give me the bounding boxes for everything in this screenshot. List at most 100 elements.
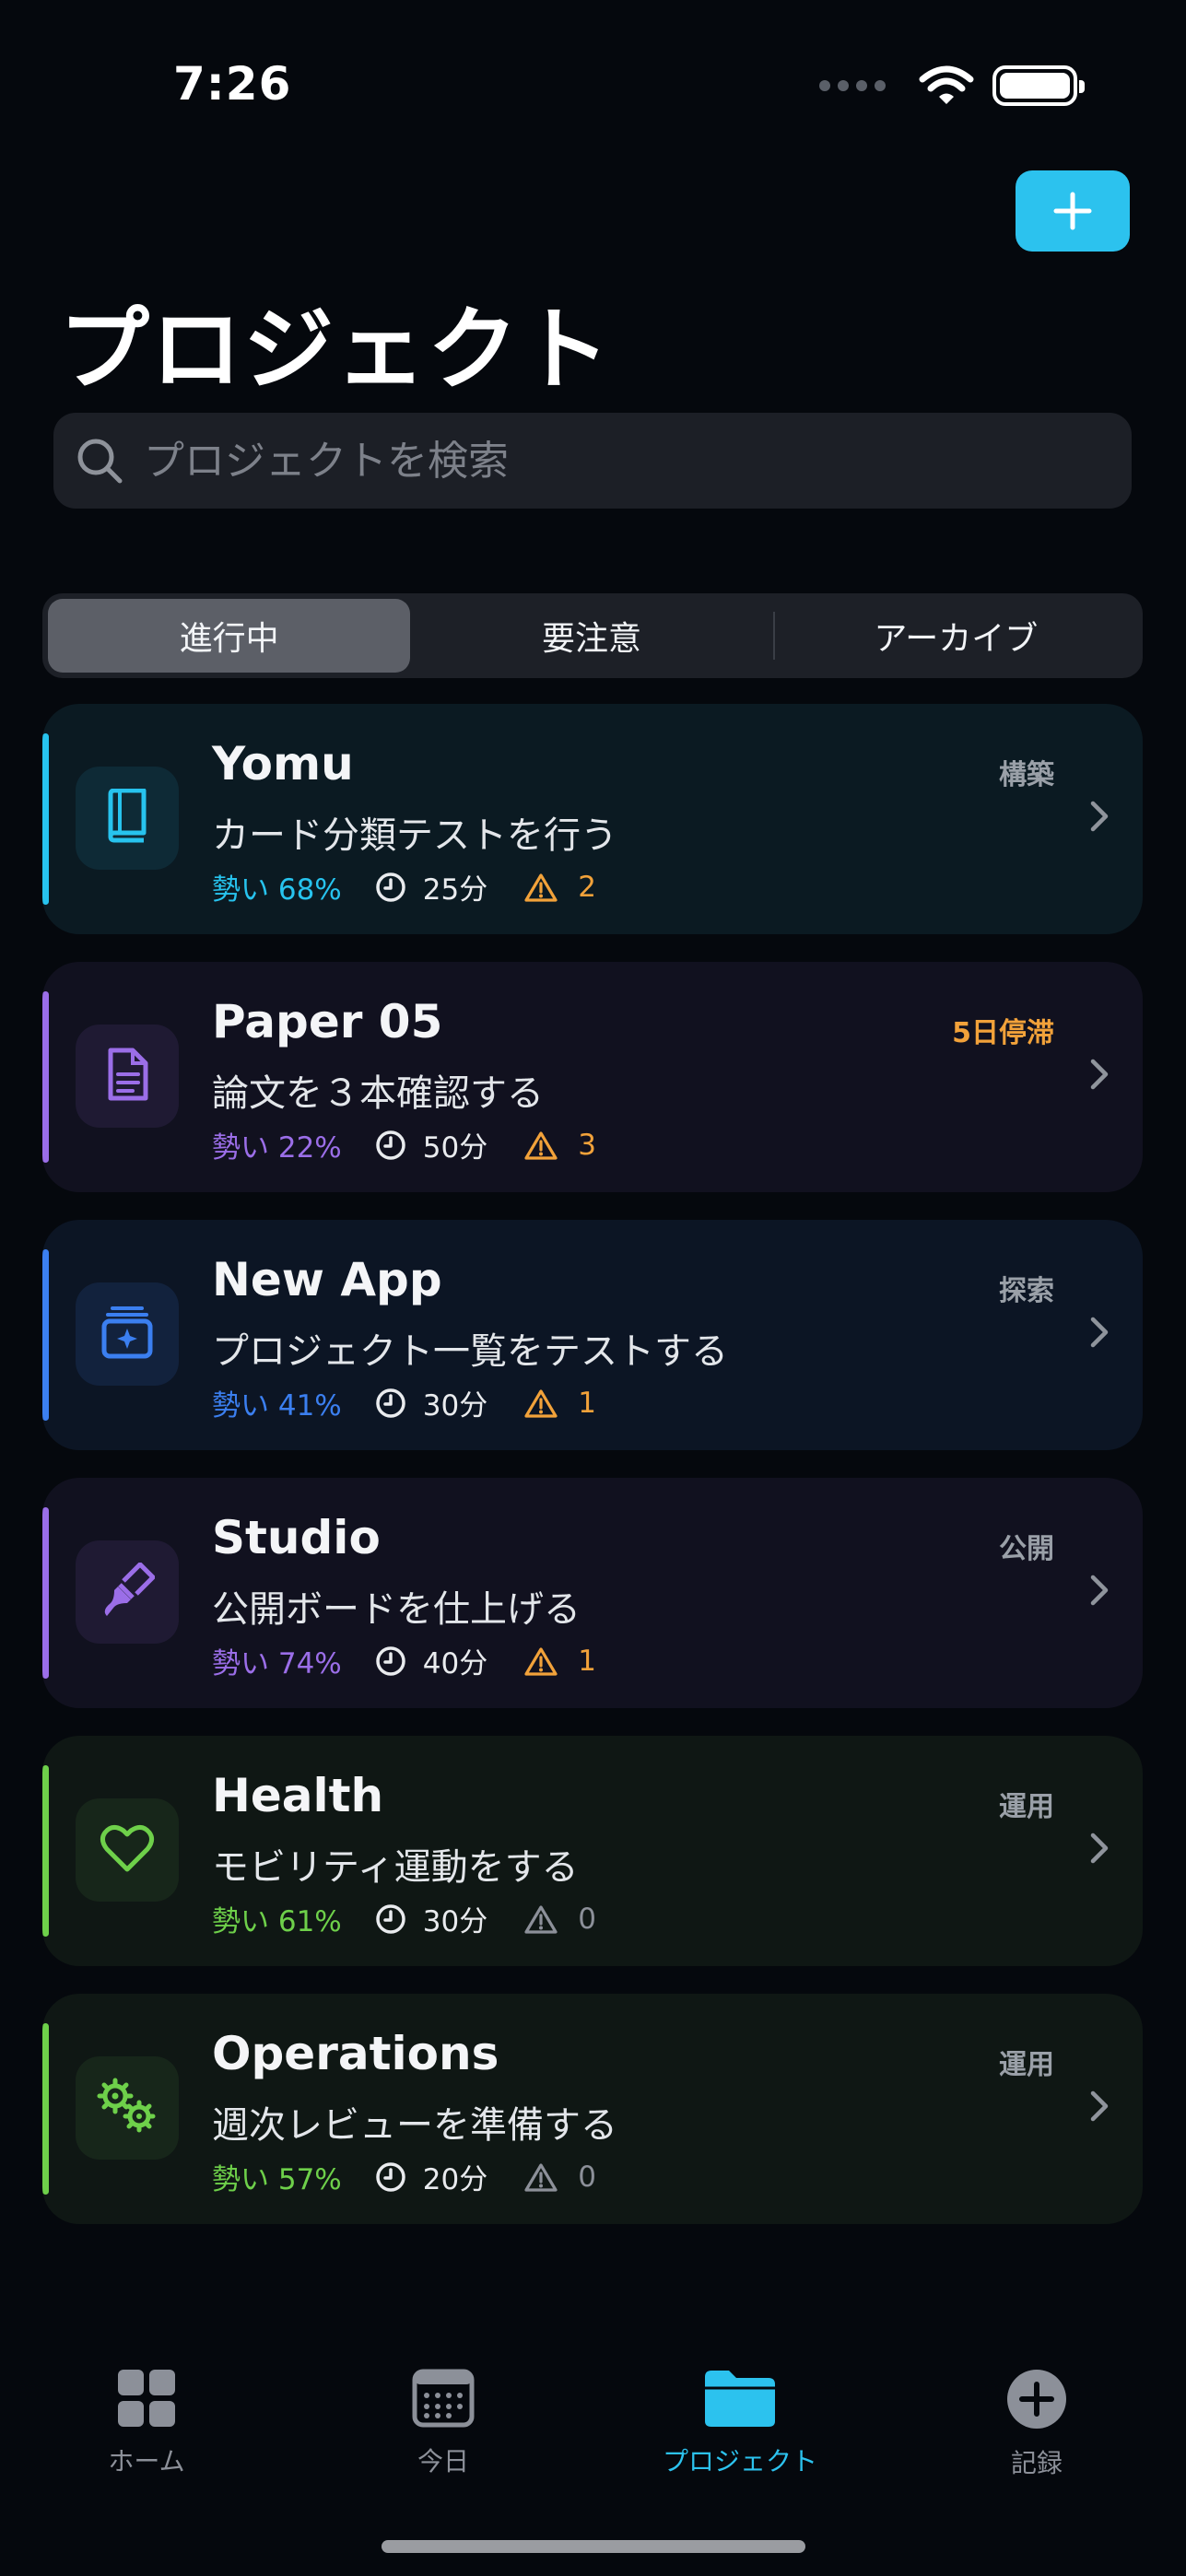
plus-circle-icon xyxy=(1007,2370,1066,2429)
project-warnings: 0 xyxy=(524,1903,596,1936)
project-time-value: 30分 xyxy=(422,1389,488,1423)
segment-in-progress[interactable]: 進行中 xyxy=(48,599,411,673)
warning-icon xyxy=(524,2162,558,2192)
project-time: 40分 xyxy=(375,1640,487,1681)
segmented-control: 進行中 要注意 アーカイブ xyxy=(42,593,1143,678)
project-next-task: プロジェクト一覧をテストする xyxy=(212,1330,728,1373)
project-meta: 勢い 22% 50分 3 xyxy=(212,1124,596,1165)
project-next-task: 論文を３本確認する xyxy=(212,1072,544,1115)
project-warning-count: 1 xyxy=(578,1644,596,1678)
project-time: 50分 xyxy=(375,1124,487,1165)
project-accent-bar xyxy=(42,1249,49,1421)
project-momentum: 勢い 74% xyxy=(212,1647,342,1680)
tab-today-label: 今日 xyxy=(417,2446,469,2476)
battery-icon xyxy=(992,65,1085,106)
tab-home-label: ホーム xyxy=(108,2446,185,2476)
project-next-task: 週次レビューを準備する xyxy=(212,2104,617,2147)
project-card[interactable]: Yomu 構築 カード分類テストを行う 勢い 68% 25分 2 xyxy=(42,704,1143,934)
tab-home[interactable]: ホーム xyxy=(54,2368,239,2478)
project-warning-count: 3 xyxy=(578,1128,596,1162)
chevron-right xyxy=(1089,800,1110,837)
home-indicator xyxy=(382,2540,805,2553)
chevron-right-icon xyxy=(1090,1832,1109,1864)
chevron-right xyxy=(1089,1574,1110,1610)
search-bar[interactable] xyxy=(53,413,1132,509)
screen: 7:26 プロジェクト 進行中 要注意 アーカイブ xyxy=(0,0,1186,2576)
tab-records-label: 記録 xyxy=(1010,2448,1063,2478)
project-warnings: 1 xyxy=(524,1387,596,1420)
project-warnings: 0 xyxy=(524,2160,596,2194)
status-indicators xyxy=(819,64,1085,107)
chevron-right xyxy=(1089,2090,1110,2126)
project-momentum: 勢い 22% xyxy=(212,1131,342,1165)
warning-icon xyxy=(524,1646,558,1676)
warning-icon xyxy=(524,1904,558,1934)
project-accent-bar xyxy=(42,733,49,905)
wifi-icon xyxy=(919,65,974,104)
project-time: 25分 xyxy=(375,866,487,907)
warning-icon xyxy=(524,872,558,902)
project-time: 30分 xyxy=(375,1898,487,1939)
project-meta: 勢い 41% 30分 1 xyxy=(212,1382,596,1423)
project-accent-bar xyxy=(42,2023,49,2195)
chevron-right xyxy=(1089,1058,1110,1095)
chevron-right-icon xyxy=(1090,1059,1109,1090)
segment-needs-attention[interactable]: 要注意 xyxy=(410,599,772,673)
project-meta: 勢い 57% 20分 0 xyxy=(212,2156,596,2197)
tab-today[interactable]: 今日 xyxy=(351,2368,535,2478)
project-time: 30分 xyxy=(375,1382,487,1423)
project-phase-badge: 運用 xyxy=(999,2049,1054,2081)
warning-icon xyxy=(524,1130,558,1160)
project-phase-badge: 公開 xyxy=(999,1533,1054,1565)
chevron-right-icon xyxy=(1090,2090,1109,2122)
project-warnings: 1 xyxy=(524,1645,596,1678)
search-input[interactable] xyxy=(144,437,1065,485)
calendar-icon xyxy=(412,2369,475,2428)
project-meta: 勢い 74% 40分 1 xyxy=(212,1640,596,1681)
heart-icon xyxy=(100,1823,155,1877)
project-meta: 勢い 68% 25分 2 xyxy=(212,866,596,907)
project-accent-bar xyxy=(42,991,49,1163)
gears-icon xyxy=(97,2078,158,2138)
project-card[interactable]: Operations 運用 週次レビューを準備する 勢い 57% 20分 0 xyxy=(42,1994,1143,2224)
project-name: Operations xyxy=(212,2027,499,2080)
project-name: Yomu xyxy=(212,737,354,790)
project-meta: 勢い 61% 30分 0 xyxy=(212,1898,596,1939)
project-next-task: モビリティ運動をする xyxy=(212,1846,579,1889)
chevron-right-icon xyxy=(1090,801,1109,832)
clock-icon xyxy=(376,2161,405,2192)
project-time-value: 50分 xyxy=(422,1131,488,1165)
project-next-task: 公開ボードを仕上げる xyxy=(212,1588,581,1631)
project-warning-count: 0 xyxy=(578,1902,596,1936)
project-warnings: 3 xyxy=(524,1129,596,1162)
project-name: Studio xyxy=(212,1511,381,1564)
project-time-value: 40分 xyxy=(422,1647,488,1680)
project-card[interactable]: Studio 公開 公開ボードを仕上げる 勢い 74% 40分 1 xyxy=(42,1478,1143,1708)
paintbrush-icon xyxy=(100,1562,156,1622)
add-project-button[interactable] xyxy=(1016,170,1130,252)
tab-projects[interactable]: プロジェクト xyxy=(648,2368,832,2478)
page-title: プロジェクト xyxy=(59,298,613,403)
project-icon xyxy=(76,1540,179,1644)
project-card[interactable]: Health 運用 モビリティ運動をする 勢い 61% 30分 0 xyxy=(42,1736,1143,1966)
project-time-value: 30分 xyxy=(422,1905,488,1938)
project-icon xyxy=(76,1798,179,1902)
tab-records[interactable]: 記録 xyxy=(945,2368,1129,2480)
project-phase-badge: 探索 xyxy=(999,1275,1054,1307)
project-card[interactable]: Paper 05 5日停滞 論文を３本確認する 勢い 22% 50分 3 xyxy=(42,962,1143,1192)
app-stack-icon xyxy=(100,1305,155,1364)
search-icon xyxy=(77,439,123,484)
project-time-value: 25分 xyxy=(422,873,488,907)
clock-icon xyxy=(376,872,405,902)
folder-icon xyxy=(705,2371,775,2427)
clock-icon xyxy=(376,1388,405,1418)
project-momentum: 勢い 61% xyxy=(212,1905,342,1938)
segment-archive[interactable]: アーカイブ xyxy=(775,599,1137,673)
project-name: Health xyxy=(212,1769,384,1822)
project-name: Paper 05 xyxy=(212,995,443,1048)
project-card[interactable]: New App 探索 プロジェクト一覧をテストする 勢い 41% 30分 1 xyxy=(42,1220,1143,1450)
project-warnings: 2 xyxy=(524,871,596,904)
book-icon xyxy=(103,788,151,848)
chevron-right-icon xyxy=(1090,1317,1109,1348)
project-accent-bar xyxy=(42,1507,49,1679)
